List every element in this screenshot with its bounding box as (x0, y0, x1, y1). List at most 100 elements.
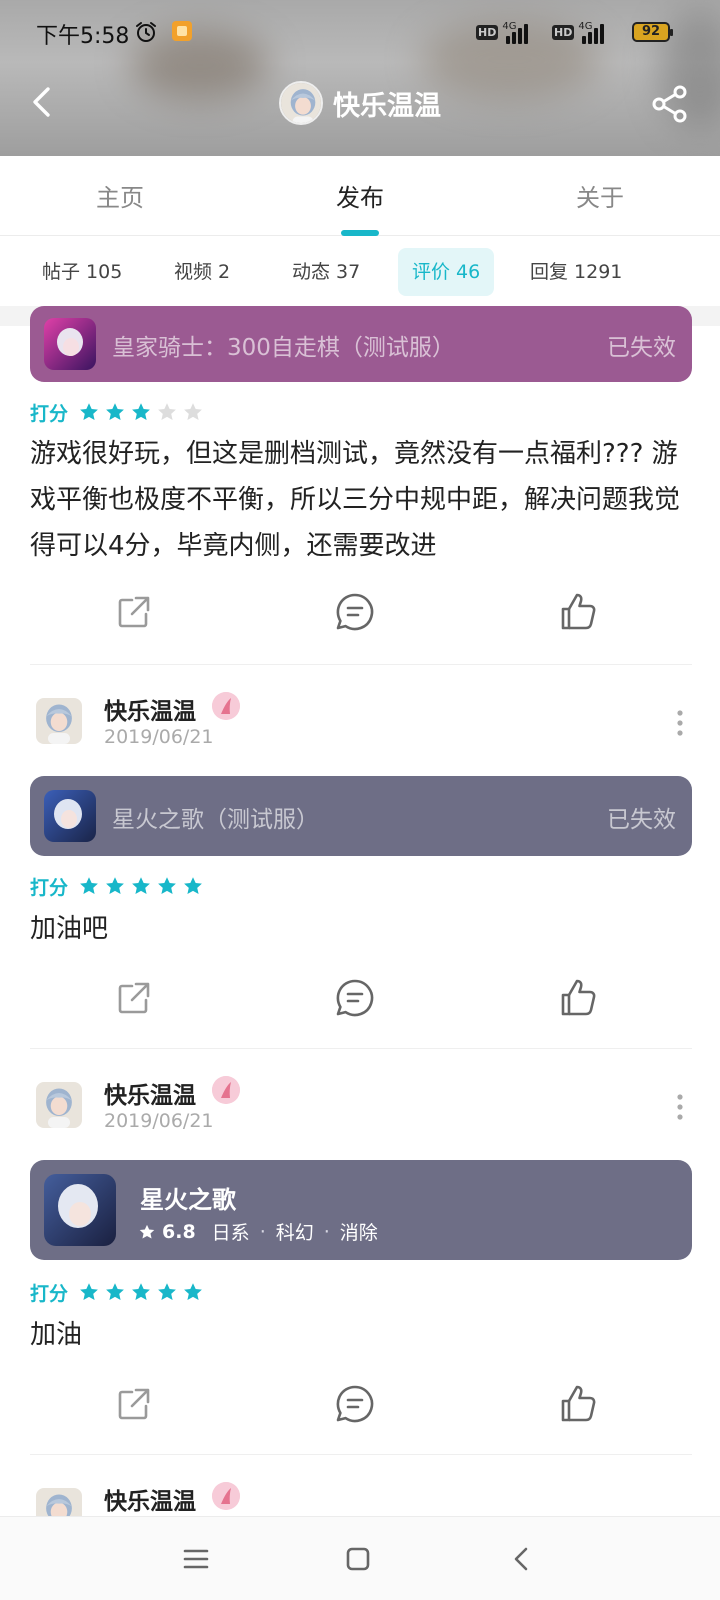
tab-about[interactable]: 关于 (540, 178, 660, 213)
hd-label: HD (552, 24, 575, 40)
subtab-moments[interactable]: 动态 37 (278, 248, 374, 296)
review-text: 游戏很好玩，但这是删档测试，竟然没有一点福利??? 游戏平衡也极度不平衡，所以三… (30, 439, 681, 561)
signal-sim2-icon: HD 4G (552, 20, 605, 44)
status-time: 下午5:58 (36, 24, 130, 49)
review-date: 2019/06/21 (104, 726, 214, 748)
game-status: 已失效 (607, 335, 676, 361)
tab-home[interactable]: 主页 (60, 178, 180, 213)
more-options-icon[interactable] (676, 1094, 684, 1120)
review-author: 快乐温温 (30, 1482, 692, 1516)
like-icon[interactable] (556, 976, 600, 1020)
review-actions (0, 1382, 720, 1430)
profile-header: 下午5:58 HD 4G HD 4G 92 快乐温温 (0, 0, 720, 156)
game-name: 星火之歌（测试服） (112, 807, 319, 833)
divider (30, 664, 692, 665)
game-card[interactable]: 星火之歌（测试服） 已失效 (30, 776, 692, 856)
game-tag: 消除 (339, 1222, 378, 1244)
network-label: 4G (502, 21, 517, 32)
tag-separator: · (323, 1220, 330, 1243)
subtab-replies[interactable]: 回复 1291 (516, 248, 636, 296)
star-filled-icon (104, 401, 126, 423)
author-name[interactable]: 快乐温温 (104, 1076, 196, 1110)
review-date: 2019/06/21 (104, 1110, 214, 1132)
star-filled-icon (130, 401, 152, 423)
subtab-videos[interactable]: 视频 2 (160, 248, 244, 296)
more-options-icon[interactable] (676, 710, 684, 736)
review-text: 加油 (30, 1320, 83, 1350)
page-title: 快乐温温 (333, 90, 441, 122)
main-tabs: 主页 发布 关于 (0, 156, 720, 236)
like-icon[interactable] (556, 1382, 600, 1426)
status-bar: 下午5:58 HD 4G HD 4G 92 (0, 0, 720, 64)
review-actions (0, 976, 720, 1024)
avatar[interactable] (36, 698, 82, 744)
game-name: 皇家骑士：300自走棋（测试服） (112, 335, 455, 361)
star-filled-icon (130, 1281, 152, 1303)
game-status: 已失效 (607, 807, 676, 833)
comment-icon[interactable] (333, 590, 377, 634)
back-icon[interactable] (504, 1541, 540, 1577)
author-name[interactable]: 快乐温温 (104, 692, 196, 726)
game-meta: 6.8 日系 · 科幻 · 消除 (138, 1218, 378, 1245)
game-icon (44, 1174, 116, 1246)
rating-label: 打分 (30, 876, 69, 899)
header-title-group: 快乐温温 (0, 80, 720, 126)
subtab-posts[interactable]: 帖子 105 (28, 248, 136, 296)
network-label: 4G (578, 21, 593, 32)
system-nav-bar (0, 1516, 720, 1600)
game-card[interactable]: 皇家骑士：300自走棋（测试服） 已失效 (30, 306, 692, 382)
rating-label: 打分 (30, 1282, 69, 1305)
star-filled-icon (104, 875, 126, 897)
star-empty-icon (156, 401, 178, 423)
star-filled-icon (156, 1281, 178, 1303)
rating-row: 打分 (30, 1280, 204, 1305)
rating-label: 打分 (30, 402, 69, 425)
review-text: 加油吧 (30, 914, 109, 944)
comment-icon[interactable] (333, 1382, 377, 1426)
star-filled-icon (78, 401, 100, 423)
star-filled-icon (104, 1281, 126, 1303)
share-icon[interactable] (650, 84, 690, 124)
avatar[interactable] (279, 81, 323, 125)
star-filled-icon (130, 875, 152, 897)
star-filled-icon (182, 1281, 204, 1303)
like-icon[interactable] (556, 590, 600, 634)
star-filled-icon (78, 1281, 100, 1303)
star-filled-icon (156, 875, 178, 897)
avatar[interactable] (36, 1082, 82, 1128)
battery-icon: 92 (632, 22, 673, 42)
subtab-reviews[interactable]: 评价 46 (398, 248, 495, 296)
tag-separator: · (259, 1220, 266, 1243)
game-score: 6.8 (162, 1220, 196, 1243)
divider (30, 1454, 692, 1455)
user-badge-icon (212, 1482, 240, 1510)
rating-row: 打分 (30, 400, 204, 425)
home-icon[interactable] (340, 1541, 376, 1577)
user-badge-icon (212, 692, 240, 720)
star-empty-icon (182, 401, 204, 423)
user-badge-icon (212, 1076, 240, 1104)
active-tab-indicator (341, 230, 379, 236)
avatar[interactable] (36, 1488, 82, 1516)
game-tag: 日系 (211, 1222, 250, 1244)
notification-app-icon (172, 21, 192, 41)
divider (30, 1048, 692, 1049)
game-name: 星火之歌 (140, 1186, 236, 1214)
review-author: 快乐温温 2019/06/21 (30, 1076, 692, 1146)
share-icon[interactable] (112, 590, 156, 634)
menu-icon[interactable] (178, 1541, 214, 1577)
comment-icon[interactable] (333, 976, 377, 1020)
review-author: 快乐温温 2019/06/21 (30, 692, 692, 762)
review-actions (0, 590, 720, 638)
share-icon[interactable] (112, 1382, 156, 1426)
tab-publish[interactable]: 发布 (300, 178, 420, 213)
alarm-icon (136, 22, 156, 42)
signal-sim1-icon: HD 4G (476, 20, 529, 44)
share-icon[interactable] (112, 976, 156, 1020)
game-card[interactable]: 星火之歌 6.8 日系 · 科幻 · 消除 (30, 1160, 692, 1260)
game-tag: 科幻 (275, 1222, 314, 1244)
hd-label: HD (476, 24, 499, 40)
rating-row: 打分 (30, 874, 204, 899)
star-filled-icon (78, 875, 100, 897)
author-name[interactable]: 快乐温温 (104, 1482, 196, 1516)
